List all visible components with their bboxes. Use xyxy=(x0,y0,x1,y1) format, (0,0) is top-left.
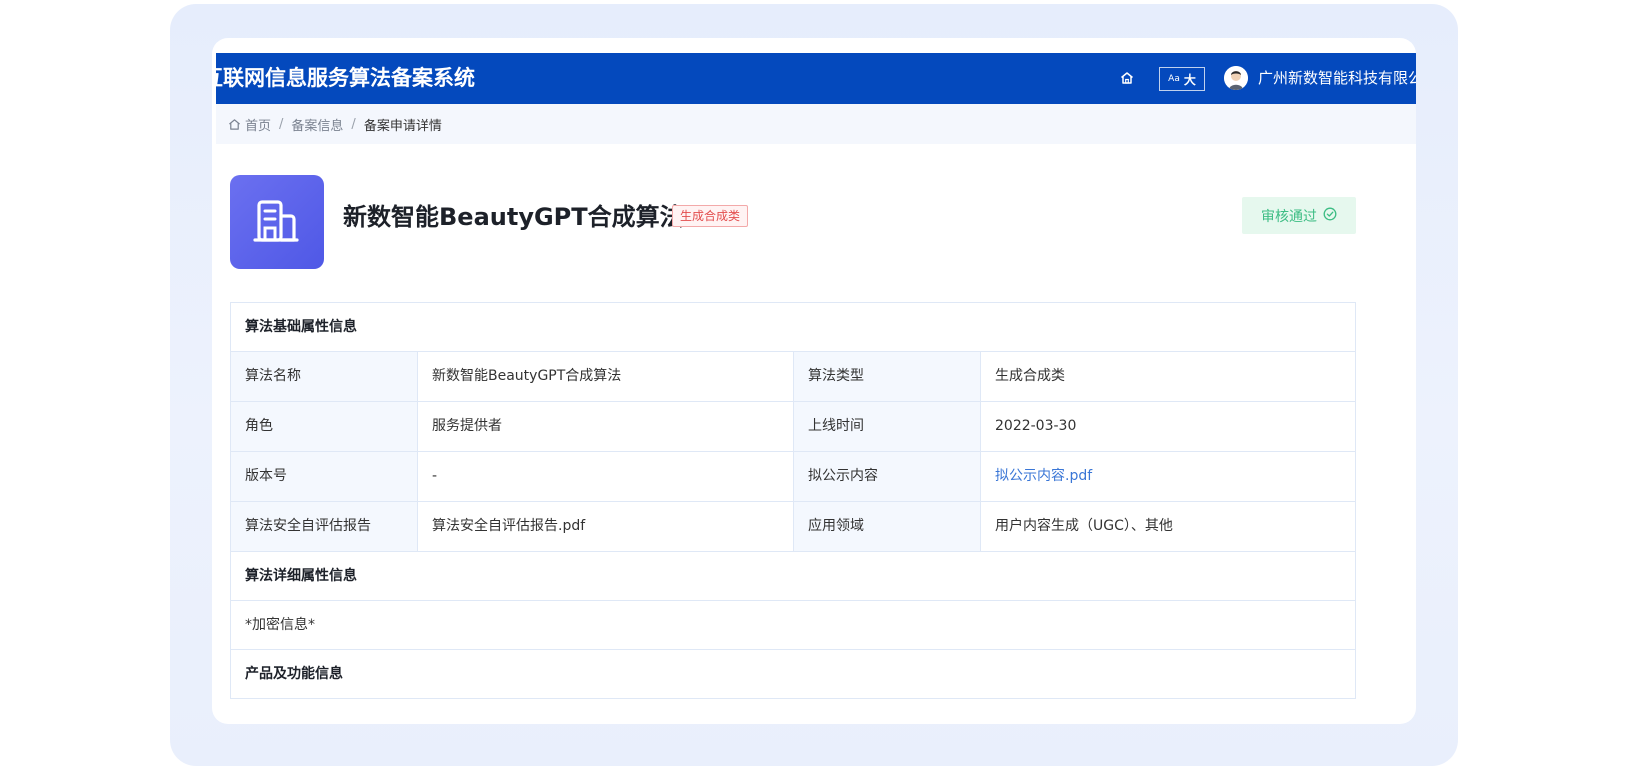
cell-label: 算法安全自评估报告 xyxy=(231,502,418,551)
status-badge: 审核通过 xyxy=(1242,197,1356,234)
basic-info-section-title: 算法基础属性信息 xyxy=(231,303,1355,352)
cell-label: 算法类型 xyxy=(794,352,981,401)
algorithm-type-tag: 生成合成类 xyxy=(672,205,749,227)
detail-info-section-title: 算法详细属性信息 xyxy=(231,552,1355,601)
cell-value: 2022-03-30 xyxy=(995,418,1077,434)
public-content-pdf-link[interactable]: 拟公示内容.pdf xyxy=(981,452,1355,501)
breadcrumb-filing-link[interactable]: 备案信息 xyxy=(291,115,343,134)
cell-value: 用户内容生成（UGC）、其他 xyxy=(995,518,1173,534)
cell-value: 算法安全自评估报告.pdf xyxy=(418,502,794,551)
font-size-toggle-button[interactable]: Aa 大 xyxy=(1159,67,1205,91)
cell-label: 拟公示内容 xyxy=(794,452,981,501)
system-title: 互联网信息服务算法备案系统 xyxy=(216,66,475,90)
font-small-label: Aa xyxy=(1168,74,1180,84)
user-avatar[interactable] xyxy=(1224,66,1248,90)
cell-value: 新数智能BeautyGPT合成算法 xyxy=(418,352,794,401)
home-icon[interactable] xyxy=(1118,69,1136,87)
status-text: 审核通过 xyxy=(1261,208,1317,225)
app-window: 互联网信息服务算法备案系统 Aa 大 广州新数智能科技有限公司 xyxy=(212,38,1416,724)
cell-value: - xyxy=(418,452,794,501)
table-row: 版本号 - 拟公示内容 拟公示内容.pdf xyxy=(231,452,1355,502)
algorithm-title: 新数智能BeautyGPT合成算法 xyxy=(343,203,684,231)
breadcrumb-separator: / xyxy=(351,116,356,132)
encrypted-info: *加密信息* xyxy=(231,601,1355,650)
breadcrumb-separator: / xyxy=(279,116,284,132)
check-circle-icon xyxy=(1323,207,1337,225)
breadcrumb-home-icon[interactable] xyxy=(228,118,241,131)
company-name[interactable]: 广州新数智能科技有限公司 xyxy=(1258,53,1416,104)
breadcrumb-current: 备案申请详情 xyxy=(363,118,442,134)
top-header: 互联网信息服务算法备案系统 Aa 大 广州新数智能科技有限公司 xyxy=(216,53,1416,104)
breadcrumb: 首页 / 备案信息 / 备案申请详情 xyxy=(216,104,1416,144)
cell-label: 版本号 xyxy=(231,452,418,501)
cell-label: 应用领域 xyxy=(794,502,981,551)
cell-label: 上线时间 xyxy=(794,402,981,451)
breadcrumb-home-link[interactable]: 首页 xyxy=(245,115,271,134)
cell-value: 生成合成类 xyxy=(995,368,1065,384)
info-table: 算法基础属性信息 算法名称 新数智能BeautyGPT合成算法 算法类型 生成合… xyxy=(230,302,1356,699)
table-row: 角色 服务提供者 上线时间 2022-03-30 xyxy=(231,402,1355,452)
cell-value: 服务提供者 xyxy=(418,402,794,451)
font-big-label: 大 xyxy=(1183,72,1196,87)
table-row: 算法名称 新数智能BeautyGPT合成算法 算法类型 生成合成类 xyxy=(231,352,1355,402)
building-icon xyxy=(230,175,324,269)
product-info-section-title: 产品及功能信息 xyxy=(231,650,1355,699)
cell-label: 角色 xyxy=(231,402,418,451)
table-row: 算法安全自评估报告 算法安全自评估报告.pdf 应用领域 用户内容生成（UGC）… xyxy=(231,502,1355,552)
cell-label: 算法名称 xyxy=(231,352,418,401)
